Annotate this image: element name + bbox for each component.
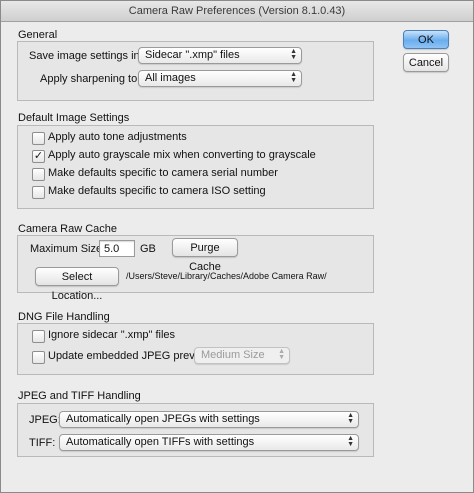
cancel-button[interactable]: Cancel bbox=[403, 53, 449, 72]
jpeg-handling-select[interactable]: Automatically open JPEGs with settings ▲… bbox=[59, 411, 359, 428]
save-settings-select[interactable]: Sidecar ".xmp" files ▲ ▼ bbox=[138, 47, 302, 64]
cache-path: /Users/Steve/Library/Caches/Adobe Camera… bbox=[126, 271, 327, 281]
serial-number-checkbox[interactable] bbox=[32, 168, 45, 181]
jpeg-label: JPEG: bbox=[29, 414, 61, 426]
max-size-label: Maximum Size: bbox=[30, 243, 106, 255]
serial-number-label: Make defaults specific to camera serial … bbox=[48, 167, 278, 179]
iso-setting-label: Make defaults specific to camera ISO set… bbox=[48, 185, 266, 197]
default-settings-title: Default Image Settings bbox=[18, 112, 130, 124]
ok-button[interactable]: OK bbox=[403, 30, 449, 49]
auto-grayscale-label: Apply auto grayscale mix when converting… bbox=[48, 149, 316, 161]
select-arrows-icon: ▲ ▼ bbox=[290, 48, 297, 61]
ignore-sidecar-checkbox[interactable] bbox=[32, 330, 45, 343]
tiff-label: TIFF: bbox=[29, 437, 56, 449]
select-arrows-icon: ▲ ▼ bbox=[347, 435, 354, 448]
jpeg-tiff-section-title: JPEG and TIFF Handling bbox=[18, 390, 141, 402]
jpeg-handling-value: Automatically open JPEGs with settings bbox=[66, 413, 260, 425]
preview-size-value: Medium Size bbox=[201, 349, 265, 361]
select-arrows-icon: ▲ ▼ bbox=[290, 71, 297, 84]
save-settings-value: Sidecar ".xmp" files bbox=[145, 49, 240, 61]
auto-grayscale-checkbox[interactable]: ✓ bbox=[32, 150, 45, 163]
checkmark-icon: ✓ bbox=[33, 150, 44, 162]
sharpening-value: All images bbox=[145, 72, 196, 84]
update-previews-checkbox[interactable] bbox=[32, 351, 45, 364]
sharpening-select[interactable]: All images ▲ ▼ bbox=[138, 70, 302, 87]
tiff-handling-value: Automatically open TIFFs with settings bbox=[66, 436, 255, 448]
auto-tone-label: Apply auto tone adjustments bbox=[48, 131, 187, 143]
iso-setting-checkbox[interactable] bbox=[32, 186, 45, 199]
preferences-dialog: Camera Raw Preferences (Version 8.1.0.43… bbox=[0, 0, 474, 493]
ignore-sidecar-label: Ignore sidecar ".xmp" files bbox=[48, 329, 176, 341]
select-arrows-icon: ▲ ▼ bbox=[347, 412, 354, 425]
size-unit-label: GB bbox=[140, 243, 156, 255]
save-settings-label: Save image settings in: bbox=[29, 50, 143, 62]
auto-tone-checkbox[interactable] bbox=[32, 132, 45, 145]
sharpening-label: Apply sharpening to: bbox=[40, 73, 141, 85]
select-arrows-icon: ▲ ▼ bbox=[278, 348, 285, 361]
window-title: Camera Raw Preferences (Version 8.1.0.43… bbox=[1, 1, 473, 22]
preview-size-select[interactable]: Medium Size ▲ ▼ bbox=[194, 347, 290, 364]
select-location-button[interactable]: Select Location... bbox=[35, 267, 119, 302]
cache-section-title: Camera Raw Cache bbox=[18, 223, 118, 235]
dng-section-title: DNG File Handling bbox=[18, 311, 110, 323]
purge-cache-button[interactable]: Purge Cache bbox=[172, 238, 238, 273]
general-section-title: General bbox=[18, 29, 58, 41]
tiff-handling-select[interactable]: Automatically open TIFFs with settings ▲… bbox=[59, 434, 359, 451]
max-size-input[interactable]: 5.0 bbox=[99, 240, 135, 257]
